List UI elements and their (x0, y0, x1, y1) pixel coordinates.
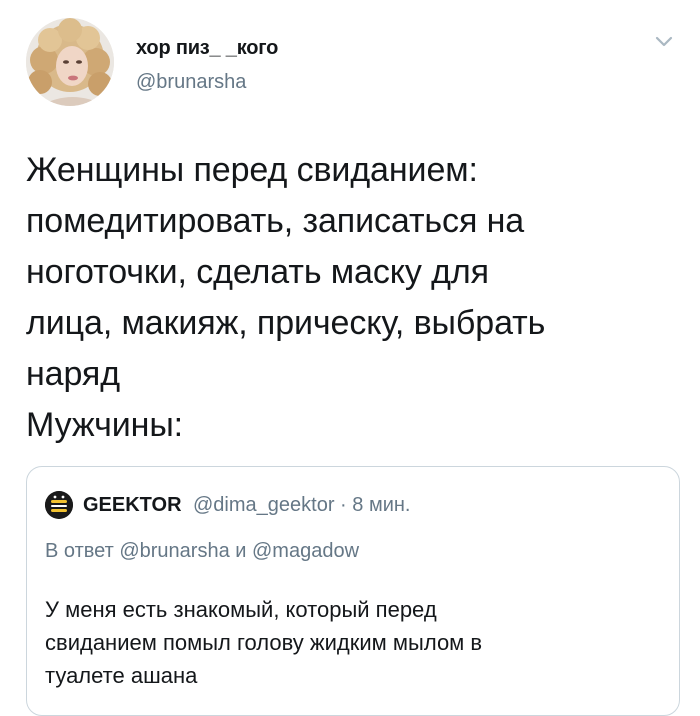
quoted-meta: @dima_geektor · 8 мин. (193, 493, 410, 517)
meta-separator: · (340, 494, 347, 516)
tweet-text-line: Мужчины: (26, 406, 184, 444)
replying-to-user[interactable]: @magadow (252, 540, 359, 562)
quoted-author-handle[interactable]: @dima_geektor (193, 494, 334, 516)
geektor-logo-icon[interactable] (45, 491, 73, 519)
tweet-text-line: Женщины перед свиданием: (26, 151, 478, 189)
quoted-author-name[interactable]: GEEKTOR (83, 493, 182, 517)
quoted-text-line: туалете ашана (45, 663, 198, 688)
profile-photo-icon (26, 18, 114, 106)
replying-to-prefix: В ответ (45, 540, 114, 562)
replying-to-conj: и (235, 540, 247, 562)
replying-to-user[interactable]: @brunarsha (119, 540, 229, 562)
chevron-down-icon[interactable] (654, 34, 674, 48)
display-name[interactable]: хор пиз_ _кого (136, 36, 278, 60)
quoted-time[interactable]: 8 мин. (352, 494, 410, 516)
tweet-text: Женщины перед свиданием: помедитировать,… (26, 145, 676, 451)
quoted-tweet[interactable]: GEEKTOR @dima_geektor · 8 мин. В ответ @… (26, 466, 680, 716)
tweet-text-line: ноготочки, сделать маску для (26, 253, 489, 291)
tweet-text-line: наряд (26, 355, 120, 393)
tweet-text-line: помедитировать, записаться на (26, 202, 525, 240)
user-handle[interactable]: @brunarsha (136, 70, 278, 94)
tweet-header: хор пиз_ _кого @brunarsha (26, 18, 676, 108)
tweet-text-line: лица, макияж, прическу, выбрать (26, 304, 546, 342)
avatar[interactable] (26, 18, 114, 106)
quoted-tweet-text: У меня есть знакомый, который перед свид… (45, 593, 655, 692)
tweet: хор пиз_ _кого @brunarsha Женщины перед … (0, 0, 700, 716)
quoted-text-line: У меня есть знакомый, который перед (45, 597, 437, 622)
author-block: хор пиз_ _кого @brunarsha (136, 36, 278, 94)
replying-to: В ответ @brunarsha и @magadow (45, 539, 359, 563)
quoted-text-line: свиданием помыл голову жидким мылом в (45, 630, 483, 655)
